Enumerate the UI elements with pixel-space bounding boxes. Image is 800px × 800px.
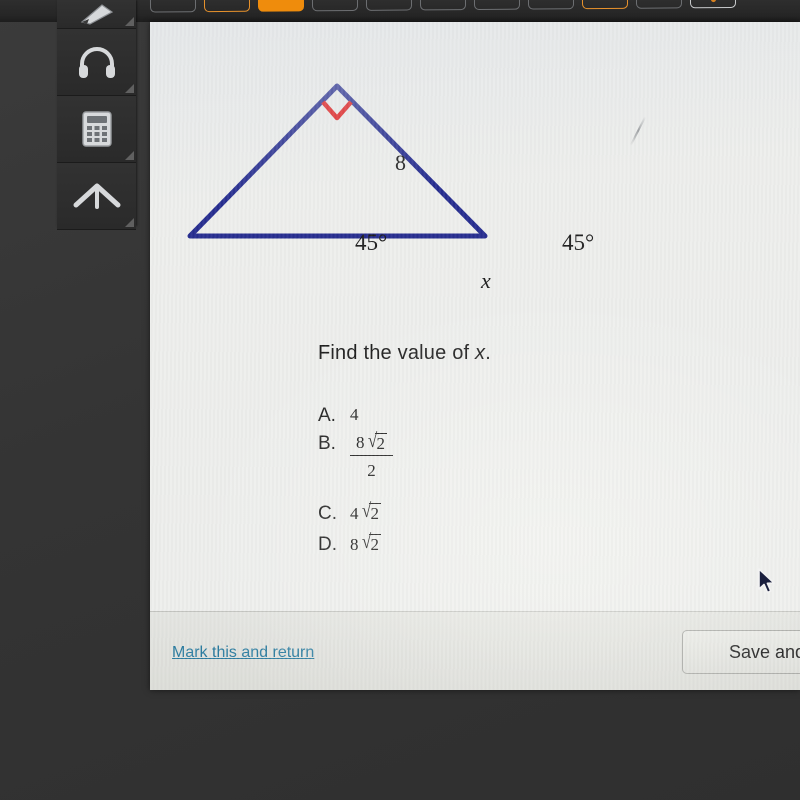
answer-choice-b[interactable]: B. 8 √ 2 2 <box>318 430 648 481</box>
question-card: 8 45° 45° x Find the value of x. A. 4 B. <box>150 22 800 690</box>
triangle-svg <box>187 83 488 239</box>
tab-chip-1[interactable] <box>149 0 197 13</box>
fraction-numerator: 8 √ 2 <box>350 430 393 455</box>
tab-chip-7[interactable] <box>473 0 521 11</box>
radicand: 2 <box>375 433 387 453</box>
question-footer: Mark this and return Save and <box>150 611 800 690</box>
radical-expression: 4 √ 2 <box>350 500 381 524</box>
fraction: 8 √ 2 2 <box>350 430 393 481</box>
radical-coefficient: 8 <box>350 534 359 554</box>
tab-chip-8[interactable] <box>527 0 575 10</box>
fraction-denominator: 2 <box>367 461 376 481</box>
mouse-cursor <box>757 568 777 601</box>
triangle-figure: 8 45° 45° x <box>150 22 710 312</box>
choice-letter: D. <box>318 534 337 556</box>
tab-chip-2[interactable] <box>203 0 251 13</box>
choice-letter: A. <box>318 405 336 426</box>
tab-chip-active[interactable] <box>257 0 305 12</box>
chevron-up-icon <box>73 181 121 211</box>
pen-icon <box>78 3 116 25</box>
radicand: 2 <box>369 503 381 524</box>
answer-choice-a[interactable]: A. 4 <box>318 405 648 427</box>
tab-chip-4[interactable] <box>311 0 359 12</box>
rail-corner-marker <box>125 151 134 160</box>
tab-chip-6[interactable] <box>419 0 467 11</box>
radical-sign: √ <box>361 531 371 554</box>
tab-chip-list <box>149 0 800 17</box>
question-body: 8 45° 45° x Find the value of x. A. 4 B. <box>150 22 800 612</box>
radical-coefficient: 4 <box>350 503 359 523</box>
answer-choice-c[interactable]: C. 4 √ 2 <box>318 500 648 525</box>
tab-chip-dot-icon <box>710 0 716 2</box>
triangle-shape <box>187 83 488 239</box>
answer-choice-list: A. 4 B. 8 √ 2 2 C. 4 √ 2 D. 8 √ 2 <box>318 405 648 558</box>
right-angle-label: 45° <box>562 230 595 255</box>
left-angle-label: 45° <box>355 230 388 255</box>
save-button-label: Save and <box>728 641 800 662</box>
rail-corner-marker <box>125 17 134 26</box>
square-root-icon: √ 2 <box>361 500 381 524</box>
choice-letter: B. <box>318 433 336 454</box>
prompt-text-before: Find the value of <box>318 342 476 364</box>
choice-letter: C. <box>318 503 337 525</box>
answer-choice-d[interactable]: D. 8 √ 2 <box>318 531 648 556</box>
tab-chip-11[interactable] <box>689 0 737 9</box>
prompt-variable: x <box>475 342 486 364</box>
radical-sign: √ <box>367 430 377 452</box>
prompt-text-after: . <box>485 342 491 364</box>
square-root-icon: √ 2 <box>361 531 381 555</box>
rail-item-headphones[interactable] <box>57 29 136 96</box>
choice-value: 4 √ 2 <box>350 500 381 524</box>
headphones-icon <box>77 45 117 79</box>
radical-expression: 8 √ 2 <box>356 430 387 453</box>
radical-coefficient: 8 <box>356 433 365 453</box>
base-length-label: x <box>481 268 491 293</box>
rail-corner-marker <box>125 218 134 227</box>
tab-chip-10[interactable] <box>635 0 683 9</box>
tab-chip-5[interactable] <box>365 0 413 11</box>
tab-chip-9[interactable] <box>581 0 629 10</box>
calculator-icon <box>81 111 112 147</box>
square-root-icon: √ 2 <box>367 430 387 453</box>
side-length-label: 8 <box>395 150 406 175</box>
mark-this-and-return-link[interactable]: Mark this and return <box>172 644 314 662</box>
choice-value: 8 √ 2 2 <box>350 430 393 481</box>
tool-rail <box>57 0 136 230</box>
choice-value: 4 <box>350 405 359 424</box>
rail-item-scroll-up[interactable] <box>57 163 136 230</box>
radical-sign: √ <box>361 500 371 523</box>
radical-expression: 8 √ 2 <box>350 531 381 555</box>
rail-item-calculator[interactable] <box>57 96 136 163</box>
radicand: 2 <box>369 534 381 555</box>
save-and-continue-button[interactable]: Save and <box>682 630 800 674</box>
rail-item-pen[interactable] <box>57 0 136 29</box>
rail-corner-marker <box>125 84 134 93</box>
choice-value: 8 √ 2 <box>350 531 381 555</box>
right-angle-marker <box>321 100 353 121</box>
question-prompt: Find the value of x. <box>318 342 491 365</box>
